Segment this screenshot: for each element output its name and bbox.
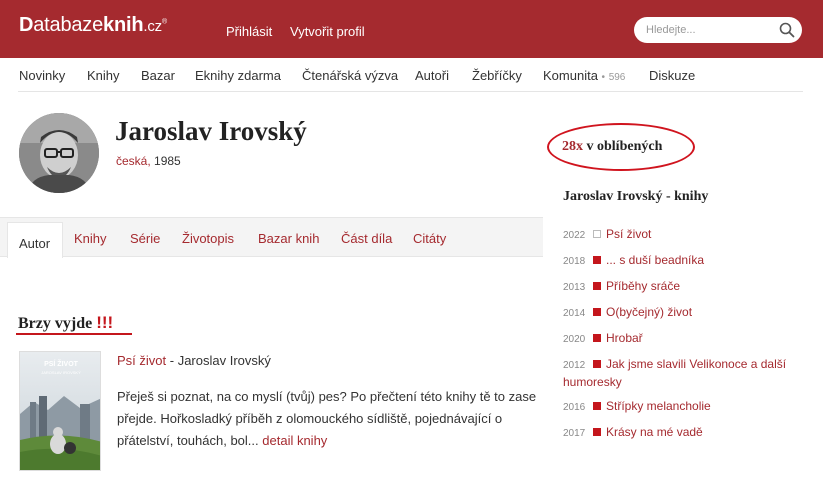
logo-part-a: atabaze: [33, 14, 104, 36]
book-list-item[interactable]: 2022 Psí život: [563, 226, 803, 244]
nav-item-diskuze[interactable]: Diskuze: [649, 68, 695, 83]
book-title[interactable]: Příběhy sráče: [606, 279, 680, 293]
logo-reg: ®: [161, 18, 167, 26]
book-list-item[interactable]: 2017 Krásy na mé vadě: [563, 424, 803, 442]
author-books-title: Jaroslav Irovský - knihy: [563, 189, 709, 204]
book-year: 2016: [563, 402, 586, 413]
book-list-item[interactable]: 2013 Příběhy sráče: [563, 278, 803, 296]
nav-item-novinky[interactable]: Novinky: [19, 68, 65, 83]
nav-item-knihy[interactable]: Knihy: [87, 68, 120, 83]
book-year: 2022: [563, 230, 586, 241]
register-link[interactable]: Vytvořit profil: [290, 24, 365, 39]
book-title[interactable]: Krásy na mé vadě: [606, 425, 703, 439]
book-year: 2012: [563, 360, 586, 371]
tab-citaty[interactable]: Citáty: [413, 231, 446, 246]
main-nav: Novinky Knihy Bazar Eknihy zdarma Čtenář…: [0, 58, 823, 92]
nav-item-autori[interactable]: Autoři: [415, 68, 449, 83]
login-link[interactable]: Přihlásit: [226, 24, 272, 39]
favourites-highlight-ellipse: [547, 123, 695, 171]
book-upcoming-icon: [593, 230, 601, 238]
search-box: [634, 17, 802, 43]
book-title[interactable]: O(byčejný) život: [606, 305, 692, 319]
book-icon: [593, 256, 601, 264]
nav-item-bazar[interactable]: Bazar: [141, 68, 175, 83]
author-tabs: Autor Knihy Série Životopis Bazar knih Č…: [0, 217, 543, 258]
nav-komunita-label: Komunita: [543, 68, 598, 83]
book-detail-link[interactable]: detail knihy: [262, 433, 327, 448]
nav-item-eknihy[interactable]: Eknihy zdarma: [195, 68, 281, 83]
nav-divider: [18, 91, 803, 92]
book-title[interactable]: Hrobař: [606, 331, 643, 345]
nav-item-vyzva[interactable]: Čtenářská výzva: [302, 68, 398, 83]
nav-item-zebricky[interactable]: Žebříčky: [472, 68, 522, 83]
book-title[interactable]: ... s duší beadníka: [606, 253, 704, 267]
tab-zivotopis[interactable]: Životopis: [182, 231, 234, 246]
book-list-item[interactable]: 2018 ... s duší beadníka: [563, 252, 803, 270]
tab-autor[interactable]: Autor: [7, 222, 63, 258]
coming-soon-exclaim: !!!: [96, 313, 114, 332]
book-cover[interactable]: PSÍ ŽIVOT JAROSLAV IROVSKÝ: [19, 351, 101, 471]
coming-soon-label: Brzy vyjde: [18, 315, 93, 332]
coming-soon-book-line: Psí život - Jaroslav Irovský: [117, 353, 271, 368]
book-icon: [593, 334, 601, 342]
tab-bazar-knih[interactable]: Bazar knih: [258, 231, 319, 246]
book-year: 2013: [563, 282, 586, 293]
author-name: Jaroslav Irovský: [115, 116, 307, 146]
book-icon: [593, 308, 601, 316]
search-input[interactable]: [646, 21, 776, 39]
author-meta: česká, 1985: [116, 154, 181, 168]
nav-komunita-count: 596: [608, 72, 626, 83]
tab-cast-dila[interactable]: Část díla: [341, 231, 392, 246]
coming-soon-book-author: Jaroslav Irovský: [177, 353, 271, 368]
book-title[interactable]: Psí život: [606, 227, 651, 241]
tab-knihy[interactable]: Knihy: [74, 231, 107, 246]
book-year: 2017: [563, 428, 586, 439]
coming-soon-description: Přeješ si poznat, na co myslí (tvůj) pes…: [117, 386, 542, 452]
author-birth-year: 1985: [154, 154, 181, 168]
logo-part-b: knih: [103, 14, 144, 36]
book-year: 2020: [563, 334, 586, 345]
site-logo[interactable]: Databazeknih.cz®: [19, 14, 167, 37]
cover-author: JAROSLAV IROVSKÝ: [41, 370, 81, 375]
coming-soon-separator: -: [166, 353, 178, 368]
nav-komunita-dot: •: [601, 72, 606, 83]
book-title[interactable]: Střípky melancholie: [606, 399, 711, 413]
cover-title: PSÍ ŽIVOT: [44, 359, 79, 368]
book-icon: [593, 282, 601, 290]
book-list-item[interactable]: 2014 O(byčejný) život: [563, 304, 803, 322]
nav-item-komunita[interactable]: Komunita • 596: [543, 68, 625, 83]
coming-soon-book-title[interactable]: Psí život: [117, 353, 166, 368]
book-icon: [593, 402, 601, 410]
book-icon: [593, 360, 601, 368]
book-list-item[interactable]: 2020 Hrobař: [563, 330, 803, 348]
book-list-item[interactable]: 2016 Střípky melancholie: [563, 398, 803, 416]
book-icon: [593, 428, 601, 436]
search-icon[interactable]: [779, 22, 795, 38]
author-avatar: [19, 113, 99, 193]
logo-letter-d: D: [19, 14, 34, 36]
author-nationality[interactable]: česká,: [116, 154, 151, 168]
book-year: 2018: [563, 256, 586, 267]
tab-serie[interactable]: Série: [130, 231, 160, 246]
book-year: 2014: [563, 308, 586, 319]
site-header: Databazeknih.cz® Přihlásit Vytvořit prof…: [0, 0, 823, 58]
book-list-item[interactable]: 2012 Jak jsme slavili Velikonoce a další …: [563, 356, 803, 390]
logo-part-c: .cz: [143, 18, 162, 35]
coming-soon-underline: [16, 333, 132, 335]
coming-soon-title: Brzy vyjde!!!: [18, 313, 113, 333]
